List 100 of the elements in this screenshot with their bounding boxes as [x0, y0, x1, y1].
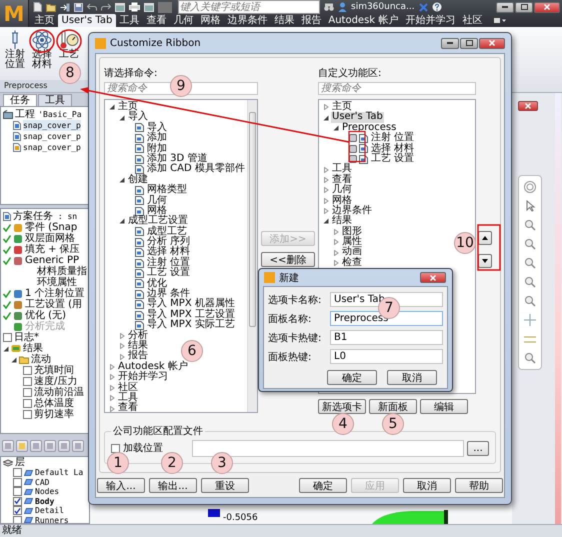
dialog-button[interactable]: 输入... — [97, 478, 145, 493]
tree-item[interactable]: 几何 — [146, 196, 168, 206]
layer-item[interactable]: CAD — [35, 476, 50, 488]
tree-item[interactable]: 导入 MPX 机器属性 — [146, 299, 236, 310]
expand-arrow-icon[interactable] — [109, 104, 115, 110]
tree-item[interactable]: 导入 — [127, 112, 149, 123]
ribbon-tab[interactable]: 查看 — [142, 14, 170, 27]
new-file-icon[interactable] — [33, 2, 42, 12]
ribbon-tab[interactable]: 主页 — [31, 14, 58, 27]
cursor-icon[interactable] — [524, 200, 536, 212]
checkbox-label[interactable]: 加载位置 — [123, 443, 163, 454]
binoculars-icon[interactable] — [324, 3, 334, 11]
checkbox[interactable] — [23, 377, 32, 386]
layer-item[interactable]: Runners — [35, 514, 69, 523]
dialog-button[interactable]: 重设 — [201, 478, 249, 493]
tree-item[interactable]: 动画 — [341, 247, 363, 258]
result-item[interactable]: 流动前沿温 — [34, 387, 84, 398]
expand-arrow-icon[interactable] — [119, 176, 125, 183]
tree-item[interactable]: 选择 材料 — [370, 144, 416, 154]
tree-item[interactable]: 查看 — [331, 174, 353, 186]
browse-button[interactable]: ... — [467, 441, 489, 456]
redo-icon[interactable] — [101, 3, 111, 11]
checkbox[interactable] — [13, 496, 22, 506]
tree-item[interactable]: User's Tab — [331, 112, 384, 123]
dialog-button[interactable]: 取消 — [403, 478, 451, 493]
tree-item[interactable]: 检查 — [341, 258, 363, 268]
task-item[interactable]: 工艺设置 (用 — [25, 299, 82, 310]
dialog-button[interactable]: 帮助 — [455, 478, 503, 493]
ribbon-tab[interactable]: 结果 — [270, 14, 298, 27]
ribbon-tab[interactable]: 边界条件 — [224, 14, 271, 27]
crosshair-icon[interactable] — [524, 314, 536, 326]
log-item[interactable]: 日志* — [14, 332, 39, 343]
maximize-button[interactable] — [460, 38, 478, 48]
tree-item[interactable]: 注射 位置 — [370, 133, 416, 144]
ribbon-button[interactable]: 注射位置 — [3, 30, 27, 70]
result-folder[interactable]: 流动 — [31, 354, 51, 365]
help-icon[interactable] — [432, 2, 442, 12]
zoom-in-icon[interactable] — [524, 257, 536, 269]
project-item[interactable]: 工程 'Basic_Pa — [15, 109, 82, 120]
layer-tool-button[interactable] — [16, 440, 28, 452]
results-item[interactable]: 结果 — [23, 343, 43, 354]
study-item[interactable]: snap_cover_p — [23, 142, 81, 153]
checkbox[interactable] — [3, 333, 12, 342]
dropdown-icon[interactable] — [494, 18, 506, 23]
expand-arrow-icon[interactable] — [11, 356, 17, 362]
move-up-button[interactable] — [478, 231, 492, 245]
checkbox[interactable] — [23, 366, 32, 375]
ribbon-tab[interactable]: 开始并学习 — [402, 14, 459, 27]
tree-item[interactable]: 工具 — [331, 164, 353, 175]
tree-item[interactable]: 查看 — [117, 403, 139, 412]
close-button[interactable] — [420, 272, 446, 283]
layer-item[interactable]: Default La — [35, 467, 84, 478]
dialog-button[interactable]: 确定 — [299, 478, 347, 493]
tree-item[interactable]: 工艺 设置 — [370, 154, 416, 164]
minimize-button[interactable] — [496, 2, 514, 12]
tree-item[interactable]: 结果 — [331, 216, 353, 227]
dialog-button[interactable]: 输出... — [149, 478, 197, 493]
result-item[interactable]: 总体温度 — [34, 398, 74, 409]
save-icon[interactable] — [74, 2, 83, 12]
expand-arrow-icon[interactable] — [323, 114, 329, 121]
task-item[interactable]: 1 个注射位置 — [25, 288, 85, 299]
tree-action-button[interactable]: 新选项卡 — [318, 399, 366, 414]
ribbon-tab[interactable]: 几何 — [170, 14, 197, 27]
print-icon[interactable] — [129, 2, 140, 12]
dialog-button[interactable]: 取消 — [387, 370, 437, 385]
panel-tab[interactable]: 任务 — [3, 94, 37, 106]
tree-item[interactable]: 几何 — [331, 185, 353, 196]
tree-item[interactable]: 创建 — [127, 174, 149, 186]
checkbox[interactable] — [23, 410, 32, 419]
tree-item[interactable]: 添加 CAD 模具零部件 — [146, 164, 246, 175]
input-field[interactable]: L0 — [330, 349, 443, 364]
tree-item[interactable]: 选择 材料 — [146, 247, 192, 258]
ribbon-tab[interactable]: 网格 — [196, 14, 224, 27]
layer-item[interactable]: Detail — [35, 505, 64, 516]
tree-item[interactable]: 主页 — [117, 102, 139, 112]
tree-item[interactable]: 添加 — [146, 133, 168, 144]
maximize-button[interactable] — [515, 2, 533, 12]
study-item[interactable]: snap_cover_p — [23, 131, 81, 142]
task-item[interactable]: 双层面网格 — [25, 233, 75, 244]
ribbon-tab[interactable]: Autodesk 帐户 — [324, 14, 402, 27]
ribbon-tab[interactable]: 社区 — [458, 14, 486, 27]
close-button[interactable] — [518, 101, 538, 111]
task-subitem[interactable]: 材料质量指 — [37, 266, 87, 277]
study-item[interactable]: snap_cover_p — [23, 120, 81, 131]
layer-item[interactable]: Body — [35, 496, 54, 507]
tree-item[interactable]: 网格类型 — [146, 185, 188, 196]
ribbon-tab[interactable]: 报告 — [298, 14, 325, 27]
task-item[interactable]: 零件 (Snap — [25, 222, 78, 233]
layer-tool-button[interactable] — [30, 440, 42, 452]
dialog-button[interactable]: 确定 — [327, 370, 377, 385]
path-field[interactable] — [192, 440, 464, 457]
ribbon-tab[interactable]: 工具 — [116, 14, 143, 27]
open-folder-icon[interactable] — [46, 2, 56, 12]
zoom-out-icon[interactable] — [524, 295, 536, 307]
checkbox[interactable] — [13, 487, 22, 496]
tree-item[interactable]: 社区 — [117, 382, 139, 393]
tree-item[interactable]: 分析 — [127, 330, 149, 341]
layer-tool-button[interactable] — [44, 440, 56, 452]
input-field[interactable]: B1 — [330, 330, 443, 345]
search-field[interactable]: 键入关键字或短语 — [178, 0, 320, 14]
